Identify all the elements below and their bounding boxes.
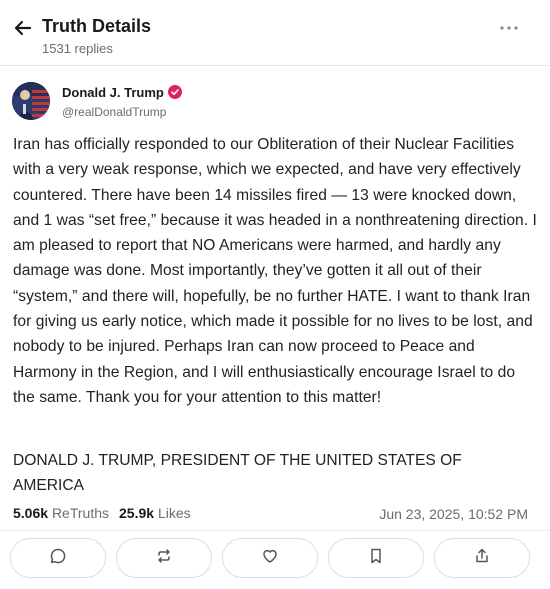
avatar[interactable]: [12, 82, 50, 120]
reply-count: 1531 replies: [42, 41, 113, 56]
share-icon: [473, 547, 491, 570]
comment-icon: [49, 547, 67, 570]
likes-label[interactable]: Likes: [158, 505, 191, 521]
heart-icon: [261, 547, 279, 570]
retruth-button[interactable]: [116, 538, 212, 578]
arrow-left-icon[interactable]: [12, 17, 34, 39]
reply-button[interactable]: [10, 538, 106, 578]
retruths-count[interactable]: 5.06k: [13, 505, 48, 521]
post-signature: DONALD J. TRUMP, PRESIDENT OF THE UNITED…: [13, 452, 462, 495]
likes-count[interactable]: 25.9k: [119, 505, 154, 521]
author-name[interactable]: Donald J. Trump: [62, 85, 182, 100]
post-body: Iran has officially responded to our Obl…: [13, 136, 537, 406]
post-timestamp: Jun 23, 2025, 10:52 PM: [379, 506, 528, 522]
like-button[interactable]: [222, 538, 318, 578]
more-horizontal-icon[interactable]: [498, 20, 520, 36]
post-author[interactable]: Donald J. Trump @realDonaldTrump: [12, 82, 312, 122]
bookmark-button[interactable]: [328, 538, 424, 578]
post-stats: 5.06k ReTruths 25.9k Likes: [13, 505, 191, 521]
divider: [0, 530, 550, 531]
retruths-label[interactable]: ReTruths: [52, 505, 109, 521]
action-bar: [10, 538, 535, 578]
page-title: Truth Details: [42, 16, 152, 36]
bookmark-icon: [367, 547, 385, 570]
repost-icon: [155, 547, 173, 570]
share-button[interactable]: [434, 538, 530, 578]
verified-badge-icon: [167, 85, 182, 99]
page-header: Truth Details 1531 replies: [0, 0, 550, 66]
author-handle[interactable]: @realDonaldTrump: [62, 105, 166, 119]
